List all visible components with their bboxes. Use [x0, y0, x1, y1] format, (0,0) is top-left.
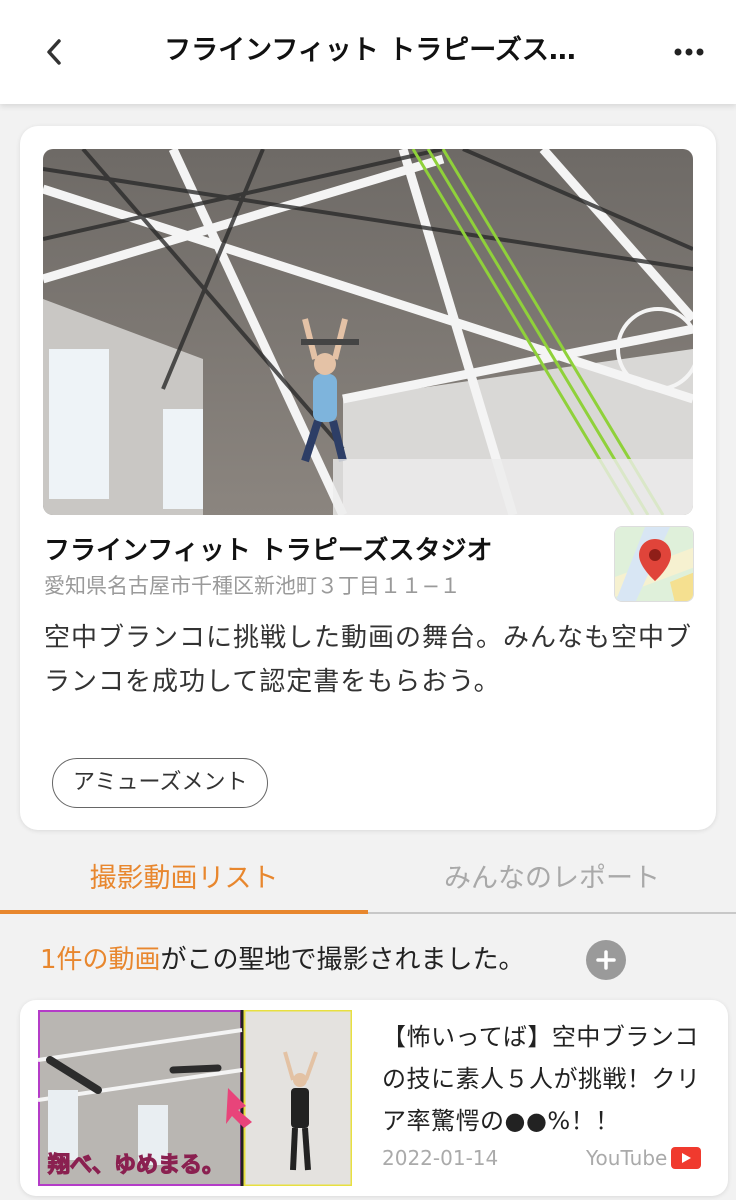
spot-address: 愛知県名古屋市千種区新池町３丁目１１−１	[44, 574, 461, 598]
chevron-left-icon	[47, 39, 61, 65]
video-count-rest: がこの聖地で撮影されました。	[160, 945, 525, 975]
spot-description: 空中ブランコに挑戦した動画の舞台。みんなも空中ブランコを成功して認定書をもらおう…	[44, 623, 693, 697]
map-button[interactable]	[614, 526, 694, 602]
page-title: フラインフィット トラピーズス…	[164, 35, 576, 66]
thumb-caption: 翔べ、ゆめまる。	[47, 1152, 224, 1178]
more-horizontal-icon	[674, 48, 704, 56]
tab-bar: 撮影動画リスト みんなのレポート	[0, 850, 736, 916]
video-thumbnail[interactable]: 翔べ、ゆめまる。	[38, 1010, 352, 1186]
active-tab-indicator	[0, 910, 368, 914]
spot-name: フラインフィット トラピーズスタジオ	[44, 536, 493, 566]
video-source-label: YouTube	[586, 1146, 668, 1170]
tab-divider	[368, 912, 736, 914]
video-list-item[interactable]: 翔べ、ゆめまる。 【怖いってば】空中ブランコの技に素人５人が挑戦！クリア率驚愕の…	[20, 1000, 728, 1196]
map-pin-icon	[615, 527, 693, 601]
youtube-icon	[671, 1147, 702, 1169]
spot-card: フラインフィット トラピーズスタジオ 愛知県名古屋市千種区新池町３丁目１１−１ …	[20, 126, 716, 830]
video-title[interactable]: 【怖いってば】空中ブランコの技に素人５人が挑戦！クリア率驚愕の●●%！！	[382, 1016, 716, 1142]
video-source: YouTube	[586, 1146, 702, 1170]
category-tag[interactable]: アミューズメント	[52, 758, 269, 808]
video-date: 2022-01-14	[382, 1146, 499, 1170]
app-header: フラインフィット トラピーズス…	[0, 0, 736, 104]
plus-icon	[596, 950, 616, 970]
tab-reports[interactable]: みんなのレポート	[368, 850, 736, 910]
video-count-highlight: 1件の動画	[40, 945, 161, 975]
spot-photo	[43, 149, 693, 515]
more-options-button[interactable]	[664, 30, 714, 74]
video-count-text: 1件の動画がこの聖地で撮影されました。	[40, 938, 525, 982]
back-button[interactable]	[34, 30, 74, 74]
add-video-button[interactable]	[586, 940, 626, 980]
tab-video-list[interactable]: 撮影動画リスト	[0, 850, 368, 910]
